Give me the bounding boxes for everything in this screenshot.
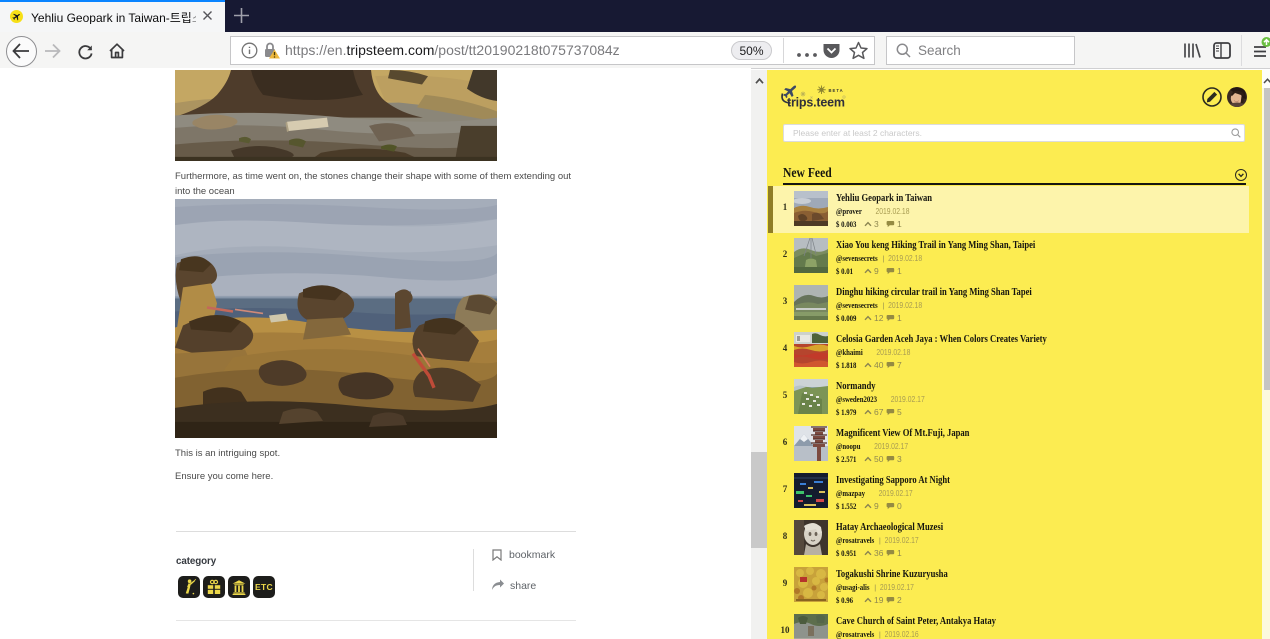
svg-text:trips.teem: trips.teem: [787, 96, 845, 110]
svg-text:BETA: BETA: [829, 88, 844, 93]
